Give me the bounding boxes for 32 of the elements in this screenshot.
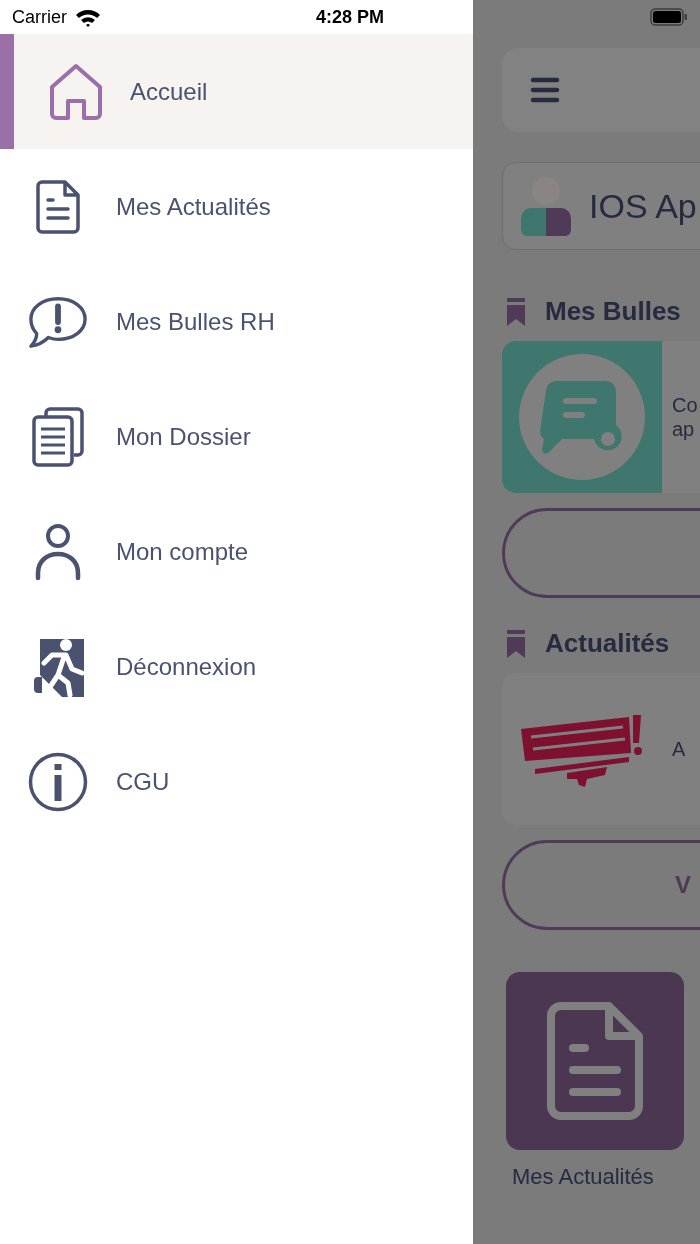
bookmark-icon	[507, 629, 525, 658]
menu-item[interactable]: Mes Bulles RH	[0, 264, 473, 379]
menu-icon[interactable]	[530, 77, 560, 103]
alert-bubble-icon	[28, 294, 88, 349]
avatar-icon	[521, 176, 571, 236]
info-icon	[28, 751, 88, 812]
bubble-card[interactable]: Co ap	[502, 341, 700, 493]
wifi-icon	[75, 7, 101, 27]
bookmark-icon	[507, 297, 525, 326]
section-title: Mes Bulles	[545, 296, 681, 327]
profile-card: IOS Ap	[502, 162, 700, 250]
carrier-label: Carrier	[12, 6, 67, 28]
menu-item[interactable]: Mon Dossier	[0, 379, 473, 494]
chat-bubble-icon	[518, 353, 646, 481]
news-tile[interactable]	[506, 972, 684, 1150]
status-time: 4:28 PM	[316, 6, 384, 28]
documents-icon	[32, 406, 84, 467]
menu-item[interactable]: Déconnexion	[0, 609, 473, 724]
battery-icon	[650, 8, 688, 26]
card-text: A	[672, 737, 686, 761]
menu-item[interactable]: Mes Actualités	[0, 149, 473, 264]
menu-item[interactable]: Accueil	[0, 34, 473, 149]
document-icon	[547, 1002, 643, 1120]
tile-label: Mes Actualités	[512, 1164, 654, 1190]
card-text: Co ap	[672, 393, 698, 441]
menu-item[interactable]: Mon compte	[0, 494, 473, 609]
section-title: Actualités	[545, 628, 670, 659]
menu-item[interactable]: CGU	[0, 724, 473, 839]
person-icon	[35, 522, 81, 581]
home-icon	[49, 62, 103, 121]
document-icon	[36, 179, 80, 234]
news-card[interactable]: A	[502, 673, 700, 825]
